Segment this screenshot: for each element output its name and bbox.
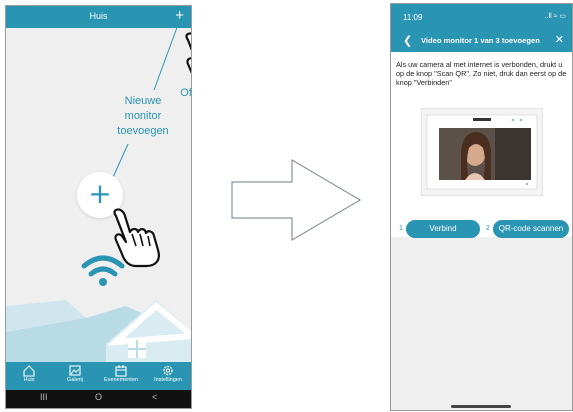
screen-title: Video monitor 1 van 3 toevoegen xyxy=(421,36,540,45)
instruction-panel: Als uw camera al met internet is verbond… xyxy=(391,52,572,237)
status-bar: 11:09 ..ll ≈ ▭ xyxy=(391,4,572,30)
system-back-button[interactable]: < xyxy=(152,392,157,402)
screen-header: ❮ Video monitor 1 van 3 toevoegen ✕ xyxy=(391,30,572,52)
close-icon[interactable]: ✕ xyxy=(555,33,564,46)
gear-icon xyxy=(163,365,173,376)
phone-add-monitor-screen: 11:09 ..ll ≈ ▭ ❮ Video monitor 1 van 3 t… xyxy=(390,3,573,411)
scan-qr-button[interactable]: QR-code scannen xyxy=(493,220,569,238)
pointing-hand-icon xyxy=(185,32,191,74)
nav-events[interactable]: Evenementen xyxy=(98,364,144,390)
system-navigation-bar: III O < xyxy=(6,390,191,408)
instruction-text: Als uw camera al met internet is verbond… xyxy=(396,60,567,87)
bottom-navigation: Huis Galerij Evenementen Instellingen xyxy=(6,362,191,390)
nav-home[interactable]: Huis xyxy=(6,364,52,390)
house-wifi-illustration xyxy=(6,255,191,362)
nav-gallery[interactable]: Galerij xyxy=(52,364,98,390)
step-1-number: 1 xyxy=(399,225,403,232)
nav-home-label: Huis xyxy=(23,377,35,383)
nav-settings[interactable]: Instellingen xyxy=(145,364,191,390)
nav-gallery-label: Galerij xyxy=(67,377,83,383)
annotation-add-monitor: Nieuwe monitor toevoegen xyxy=(117,95,169,137)
nav-events-label: Evenementen xyxy=(104,377,138,383)
calendar-icon xyxy=(115,365,127,377)
connect-button[interactable]: Verbind xyxy=(406,220,480,238)
gallery-icon xyxy=(69,365,81,376)
back-arrow-icon[interactable]: ❮ xyxy=(403,34,412,47)
status-time: 11:09 xyxy=(403,13,423,22)
home-icon xyxy=(23,365,35,377)
video-monitor-image xyxy=(421,108,543,196)
transition-arrow-icon xyxy=(231,159,361,241)
phone-home-screen: Huis + Nieuwe monitor toevoegen Of + Hui… xyxy=(5,5,192,409)
step-2-number: 2 xyxy=(486,225,490,232)
home-indicator xyxy=(451,405,511,408)
recent-apps-button[interactable]: III xyxy=(40,392,48,402)
nav-settings-label: Instellingen xyxy=(154,377,182,383)
setup-steps: 1 Verbind 2 QR-code scannen xyxy=(391,220,572,238)
system-home-button[interactable]: O xyxy=(95,392,102,402)
status-icons: ..ll ≈ ▭ xyxy=(544,13,566,20)
instruction-figure: Huis + Nieuwe monitor toevoegen Of + Hui… xyxy=(0,0,573,412)
